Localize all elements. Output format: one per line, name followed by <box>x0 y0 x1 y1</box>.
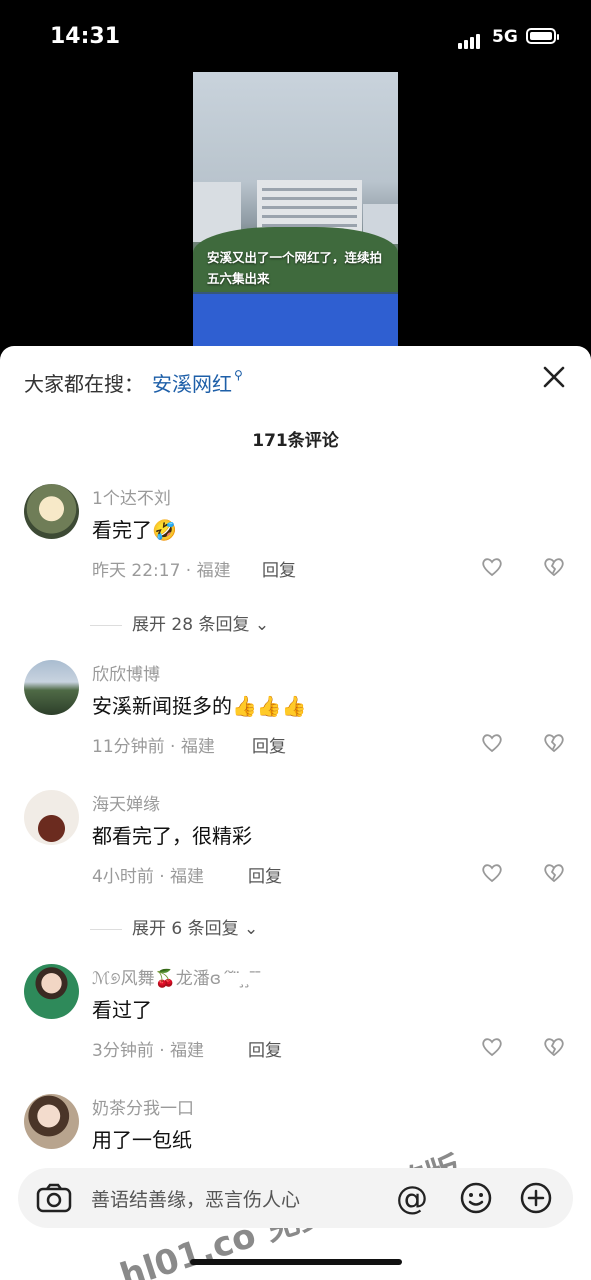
status-time: 14:31 <box>50 24 121 49</box>
reply-button[interactable]: 回复 <box>262 556 296 581</box>
comment-item: 欣欣博博 安溪新闻挺多的👍👍👍 11分钟前 · 福建 回复 <box>0 660 591 780</box>
broken-heart-icon[interactable] <box>543 733 565 753</box>
broken-heart-icon[interactable] <box>543 1037 565 1057</box>
plus-icon[interactable] <box>519 1181 553 1215</box>
broken-heart-icon[interactable] <box>543 863 565 883</box>
search-keyword-link[interactable]: 安溪网红 <box>152 372 232 396</box>
comment-meta: 昨天 22:17 · 福建 <box>92 561 231 581</box>
comment-username[interactable]: 奶茶分我一口 <box>92 1094 194 1119</box>
comment-item: ℳ୭风舞🍒龙潘ɞ´ ̆ ̈ ̧ ̧ ̄ ̄ 看过了 3分钟前 · 福建 回复 <box>0 964 591 1084</box>
comment-text: 看完了🤣 <box>92 518 177 542</box>
chevron-down-icon: ⌄ <box>244 919 259 939</box>
network-type: 5G <box>492 27 518 47</box>
heart-icon[interactable] <box>481 733 503 753</box>
expand-replies-button[interactable]: 展开 28 条回复 ⌄ <box>90 610 330 635</box>
video-caption: 安溪又出了一个网红了，连续拍五六集出来 <box>207 250 383 286</box>
comment-text: 都看完了，很精彩 <box>92 824 252 848</box>
reply-button[interactable]: 回复 <box>252 732 286 757</box>
expand-replies-button[interactable]: 展开 6 条回复 ⌄ <box>90 914 330 939</box>
search-icon: ⚲ <box>234 368 243 382</box>
mention-icon[interactable]: @ <box>396 1179 428 1217</box>
heart-icon[interactable] <box>481 1037 503 1057</box>
home-indicator[interactable] <box>190 1259 402 1265</box>
search-prefix: 大家都在搜： <box>24 372 144 396</box>
heart-icon[interactable] <box>481 557 503 577</box>
comment-count: 171条评论 <box>252 431 339 451</box>
comment-input-bar: 善语结善缘，恶言伤人心 @ <box>18 1168 573 1228</box>
close-icon[interactable] <box>541 364 567 390</box>
trending-search: 大家都在搜： 安溪网红 ⚲ <box>24 368 243 397</box>
status-bar: 14:31 5G <box>0 0 591 72</box>
comment-meta: 3分钟前 · 福建 <box>92 1041 205 1061</box>
heart-icon[interactable] <box>481 863 503 883</box>
comment-item: 海天婵缘 都看完了，很精彩 4小时前 · 福建 回复 <box>0 790 591 910</box>
comments-panel: 大家都在搜： 安溪网红 ⚲ 171条评论 1个达不刘 看完了🤣 昨天 22:17 ·… <box>0 346 591 1280</box>
comment-meta: 4小时前 · 福建 <box>92 867 205 887</box>
comment-username[interactable]: 1个达不刘 <box>92 484 171 509</box>
signal-icon <box>458 30 482 49</box>
comment-item: 1个达不刘 看完了🤣 昨天 22:17 · 福建 回复 <box>0 484 591 604</box>
avatar[interactable] <box>24 790 79 845</box>
avatar[interactable] <box>24 964 79 1019</box>
avatar[interactable] <box>24 1094 79 1149</box>
comment-text: 用了一包纸 <box>92 1128 192 1152</box>
comment-input[interactable]: 善语结善缘，恶言伤人心 <box>91 1185 300 1212</box>
comment-text: 看过了 <box>92 998 152 1022</box>
blue-court <box>193 294 398 347</box>
battery-icon <box>526 28 559 44</box>
comment-meta: 11分钟前 · 福建 <box>92 737 215 757</box>
avatar[interactable] <box>24 660 79 715</box>
emoji-icon[interactable] <box>459 1181 493 1215</box>
video-thumbnail[interactable]: 安溪又出了一个网红了，连续拍五六集出来 <box>193 72 398 347</box>
camera-icon[interactable] <box>36 1183 72 1213</box>
comment-username[interactable]: ℳ୭风舞🍒龙潘ɞ´ ̆ ̈ ̧ ̧ ̄ ̄ <box>92 964 262 989</box>
broken-heart-icon[interactable] <box>543 557 565 577</box>
comment-text: 安溪新闻挺多的👍👍👍 <box>92 694 307 718</box>
reply-button[interactable]: 回复 <box>248 862 282 887</box>
chevron-down-icon: ⌄ <box>254 615 270 635</box>
comment-username[interactable]: 欣欣博博 <box>92 660 160 685</box>
comment-username[interactable]: 海天婵缘 <box>92 790 160 815</box>
reply-button[interactable]: 回复 <box>248 1036 282 1061</box>
avatar[interactable] <box>24 484 79 539</box>
